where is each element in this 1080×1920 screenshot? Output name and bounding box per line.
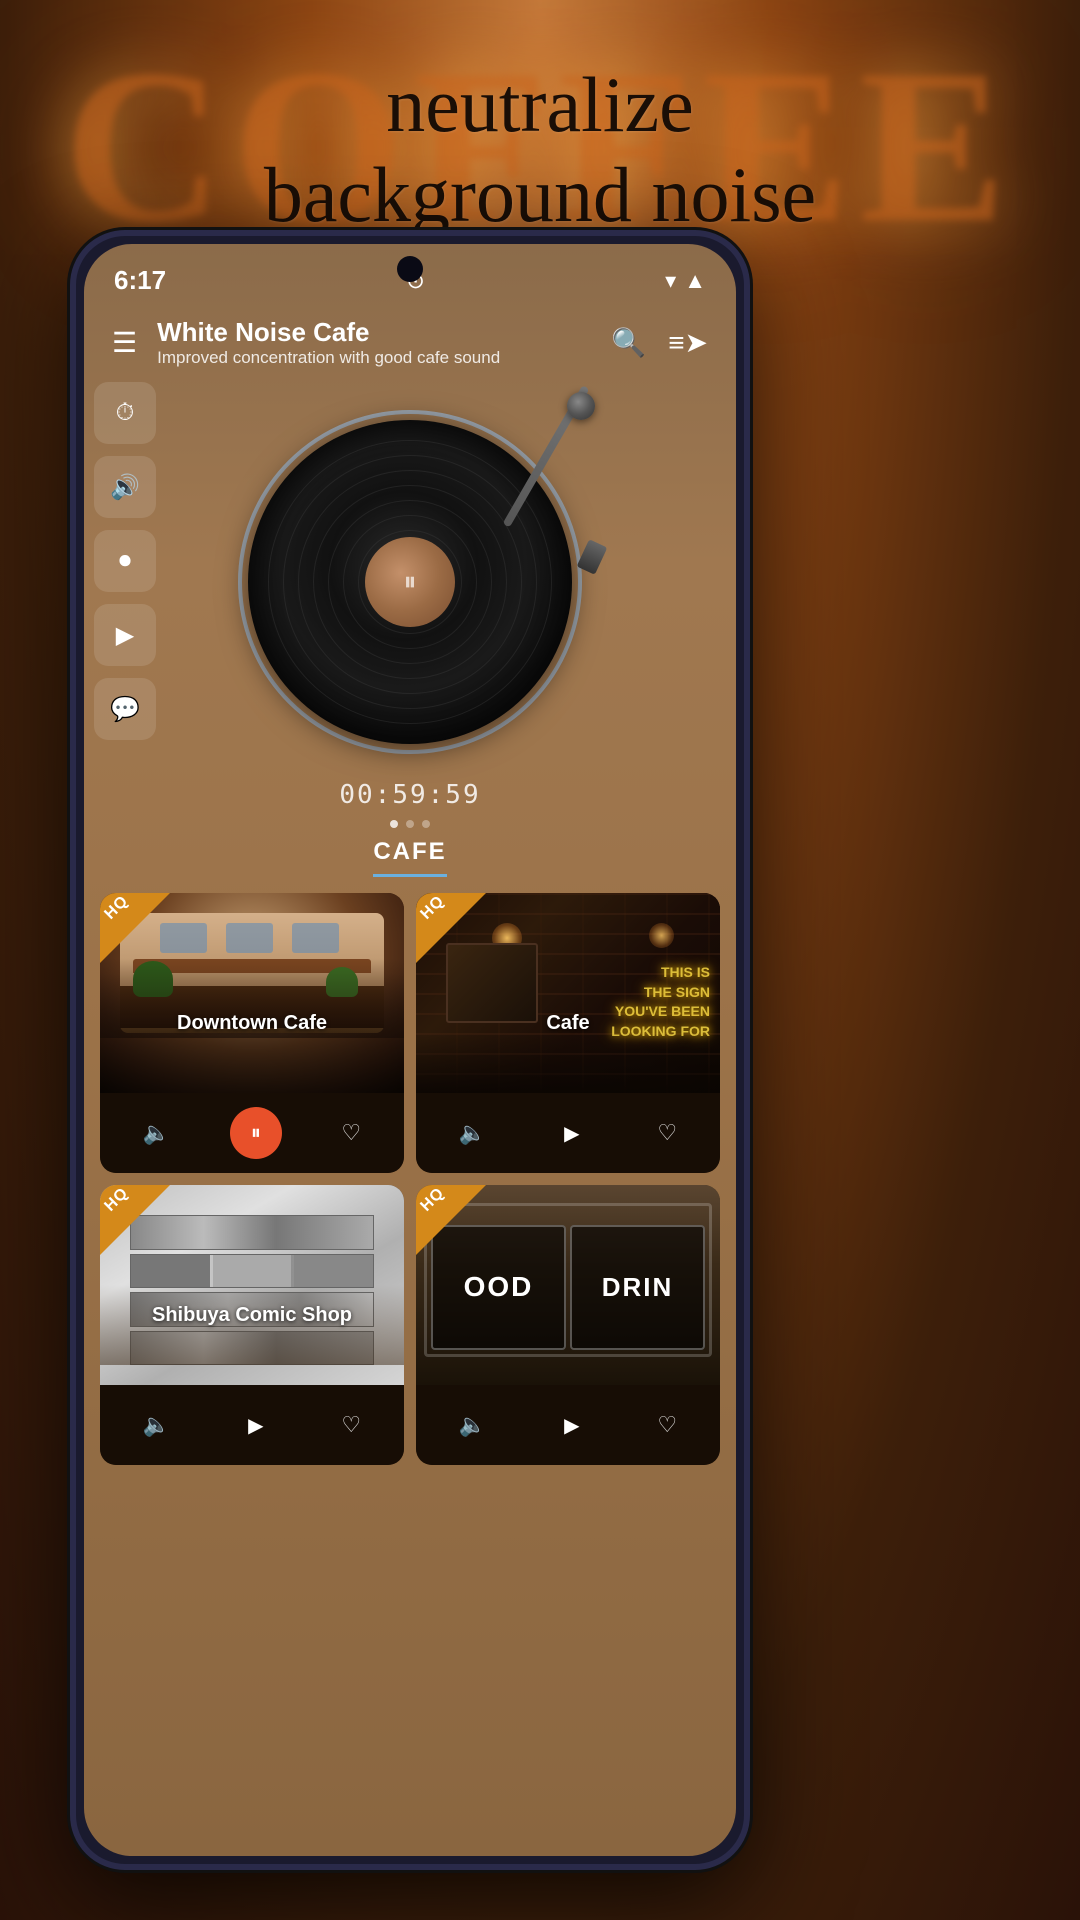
wifi-icon: ▾ [665,268,676,294]
tonearm-pivot [567,392,595,420]
play-icon: ▶ [564,1121,579,1146]
card-controls-downtown: 🔈 ⏸ ♡ [100,1093,404,1173]
record-sidebar-btn[interactable]: ⏺ [94,530,156,592]
hero-section: neutralize background noise [0,60,1080,239]
player-timer: 00:59:59 [84,780,736,810]
tonearm [480,387,610,587]
phone-frame: 6:17 ⊙ ▾ ▲ ☰ White Noise Cafe Improved c… [70,230,750,1870]
scroll-dots [84,820,736,828]
player-area: ⏱ 🔊 ⏺ ▶ 💬 [84,382,736,772]
tabs-row: CAFE [84,838,736,877]
card-downtown-cafe[interactable]: HQ Downtown Cafe 🔈 ⏸ ♡ [100,893,404,1173]
sidebar-icons: ⏱ 🔊 ⏺ ▶ 💬 [94,382,156,740]
vinyl-center-label: ⏸ [365,537,455,627]
camera-notch [397,256,423,282]
volume-sidebar-btn[interactable]: 🔊 [94,456,156,518]
chat-icon: 💬 [110,695,140,724]
play-icon-drink: ▶ [564,1413,579,1438]
card-good-drink[interactable]: OOD DRIN HQ 🔈 ▶ [416,1185,720,1465]
volume-ctrl-icon-comic[interactable]: 🔈 [143,1412,170,1438]
volume-ctrl-icon-cafe[interactable]: 🔈 [459,1120,486,1146]
pause-icon: ⏸ [251,1122,261,1145]
header-title-group: White Noise Cafe Improved concentration … [157,317,591,368]
menu-icon[interactable]: ☰ [112,326,137,359]
card-image-cafe: THIS ISTHE SIGNYOU'VE BEENLOOKING FOR HQ… [416,893,720,1093]
store-sidebar-btn[interactable]: ▶ [94,604,156,666]
heart-icon-drink[interactable]: ♡ [657,1412,677,1438]
cards-grid: HQ Downtown Cafe 🔈 ⏸ ♡ [84,877,736,1465]
timer-icon: ⏱ [116,399,135,427]
tab-cafe[interactable]: CAFE [373,838,446,877]
header-right-icons: 🔍 ≡➤ [611,326,708,359]
hq-badge-cafe: HQ [416,893,486,963]
timer-sidebar-btn[interactable]: ⏱ [94,382,156,444]
pause-btn-downtown[interactable]: ⏸ [230,1107,282,1159]
card-image-comic: HQ Shibuya Comic Shop [100,1185,404,1385]
play-btn-comic[interactable]: ▶ [230,1399,282,1451]
hq-badge-comic: HQ [100,1185,170,1255]
app-title: White Noise Cafe [157,317,591,348]
card-comic-shop[interactable]: HQ Shibuya Comic Shop 🔈 ▶ ♡ [100,1185,404,1465]
category-tabs: CAFE [84,832,736,877]
heart-icon-downtown[interactable]: ♡ [341,1120,361,1146]
signal-icon: ▲ [684,268,706,294]
heart-icon-comic[interactable]: ♡ [341,1412,361,1438]
play-btn-cafe[interactable]: ▶ [546,1107,598,1159]
card-image-downtown: HQ Downtown Cafe [100,893,404,1093]
card-cafe[interactable]: THIS ISTHE SIGNYOU'VE BEENLOOKING FOR HQ… [416,893,720,1173]
status-icons: ▾ ▲ [665,268,706,294]
play-icon-comic: ▶ [248,1413,263,1438]
card-controls-comic: 🔈 ▶ ♡ [100,1385,404,1465]
hq-badge-text-comic: HQ [101,1185,132,1216]
tonearm-head [577,539,608,575]
vinyl-player[interactable]: ⏸ [230,402,590,762]
card-controls-drink: 🔈 ▶ ♡ [416,1385,720,1465]
volume-icon: 🔊 [110,473,140,502]
dot-3 [422,820,430,828]
phone-screen: 6:17 ⊙ ▾ ▲ ☰ White Noise Cafe Improved c… [84,244,736,1856]
center-pause-icon: ⏸ [403,566,416,598]
hq-badge-drink: HQ [416,1185,486,1255]
status-time: 6:17 [114,265,166,296]
card-title-downtown: Downtown Cafe [100,1012,404,1035]
record-icon: ⏺ [119,547,131,575]
hq-badge-downtown: HQ [100,893,170,963]
hq-badge-text: HQ [101,893,132,924]
play-btn-drink[interactable]: ▶ [546,1399,598,1451]
hero-title: neutralize background noise [0,60,1080,239]
dot-1 [390,820,398,828]
search-icon[interactable]: 🔍 [611,326,646,359]
app-subtitle: Improved concentration with good cafe so… [157,348,591,368]
card-controls-cafe: 🔈 ▶ ♡ [416,1093,720,1173]
dot-2 [406,820,414,828]
volume-ctrl-icon[interactable]: 🔈 [143,1120,170,1146]
app-header: ☰ White Noise Cafe Improved concentratio… [84,303,736,382]
hq-badge-text-drink: HQ [417,1185,448,1216]
chat-sidebar-btn[interactable]: 💬 [94,678,156,740]
playlist-icon[interactable]: ≡➤ [668,326,708,359]
heart-icon-cafe[interactable]: ♡ [657,1120,677,1146]
card-image-drink: OOD DRIN HQ [416,1185,720,1385]
volume-ctrl-icon-drink[interactable]: 🔈 [459,1412,486,1438]
card-title-cafe: Cafe [416,1012,720,1035]
card-title-comic: Shibuya Comic Shop [100,1304,404,1327]
hq-badge-text-cafe: HQ [417,893,448,924]
store-icon: ▶ [116,621,134,650]
